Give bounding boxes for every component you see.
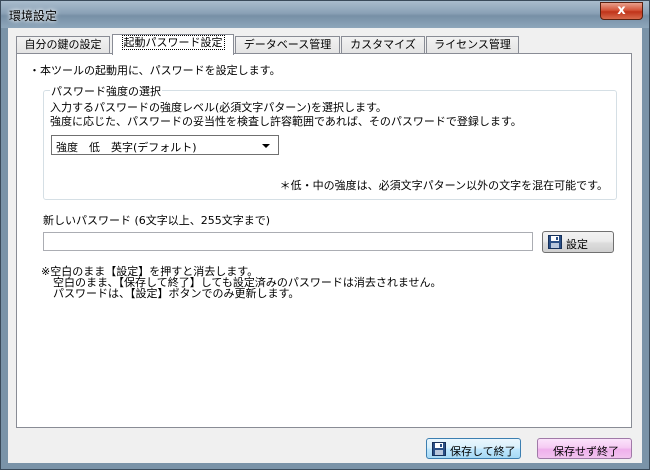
tab-startup-password[interactable]: 起動パスワード設定 [112, 34, 234, 55]
set-button-label: 設定 [566, 238, 588, 251]
intro-text: ・本ツールの起動用に、パスワードを設定します。 [29, 64, 281, 77]
strength-select-value: 強度 低 英字(デフォルト) [56, 141, 197, 154]
password-notes: ※空白のまま【設定】を押すと消去します。 空白のまま、【保存して終了】しても設定… [41, 266, 442, 299]
strength-group-legend: パスワード強度の選択 [50, 83, 162, 99]
tab-license[interactable]: ライセンス管理 [426, 36, 519, 54]
tab-customize[interactable]: カスタマイズ [341, 36, 425, 54]
title-bar[interactable]: 環境設定 x [1, 1, 649, 28]
strength-groupbox: パスワード強度の選択 入力するパスワードの強度レベル(必須文字パターン)を選択し… [43, 83, 617, 200]
note-line-3: パスワードは、【設定】ボタンでのみ更新します。 [53, 287, 300, 300]
discard-close-label: 保存せず終了 [553, 445, 619, 458]
close-icon: x [617, 3, 626, 18]
new-password-input[interactable] [43, 232, 533, 251]
dropdown-arrow-icon[interactable] [262, 144, 270, 148]
dialog-client: 自分の鍵の設定 起動パスワード設定 データベース管理 カスタマイズ ライセンス管… [8, 28, 642, 463]
tab-database[interactable]: データベース管理 [235, 36, 340, 54]
set-password-button[interactable]: 設定 [542, 231, 614, 253]
settings-window: 環境設定 x 自分の鍵の設定 起動パスワード設定 データベース管理 カスタマイズ… [0, 0, 650, 470]
strength-select[interactable]: 強度 低 英字(デフォルト) [51, 135, 279, 155]
tab-own-key[interactable]: 自分の鍵の設定 [16, 36, 110, 54]
save-close-label: 保存して終了 [450, 445, 516, 458]
save-and-close-button[interactable]: 保存して終了 [426, 438, 521, 459]
startup-password-panel: ・本ツールの起動用に、パスワードを設定します。 パスワード強度の選択 入力するパ… [16, 53, 632, 428]
strength-note: ＊低・中の強度は、必須文字パターン以外の文字を混在可能です。 [279, 179, 608, 192]
close-button[interactable]: x [600, 2, 643, 20]
new-password-label: 新しいパスワード (6文字以上、255文字まで) [43, 214, 271, 227]
floppy-disk-icon [548, 235, 562, 249]
window-title: 環境設定 [9, 9, 58, 23]
close-without-saving-button[interactable]: 保存せず終了 [537, 438, 632, 459]
floppy-disk-icon [432, 442, 446, 456]
strength-description-2: 強度に応じた、パスワードの妥当性を検査し許容範囲であれば、そのパスワードで登録し… [50, 115, 522, 128]
